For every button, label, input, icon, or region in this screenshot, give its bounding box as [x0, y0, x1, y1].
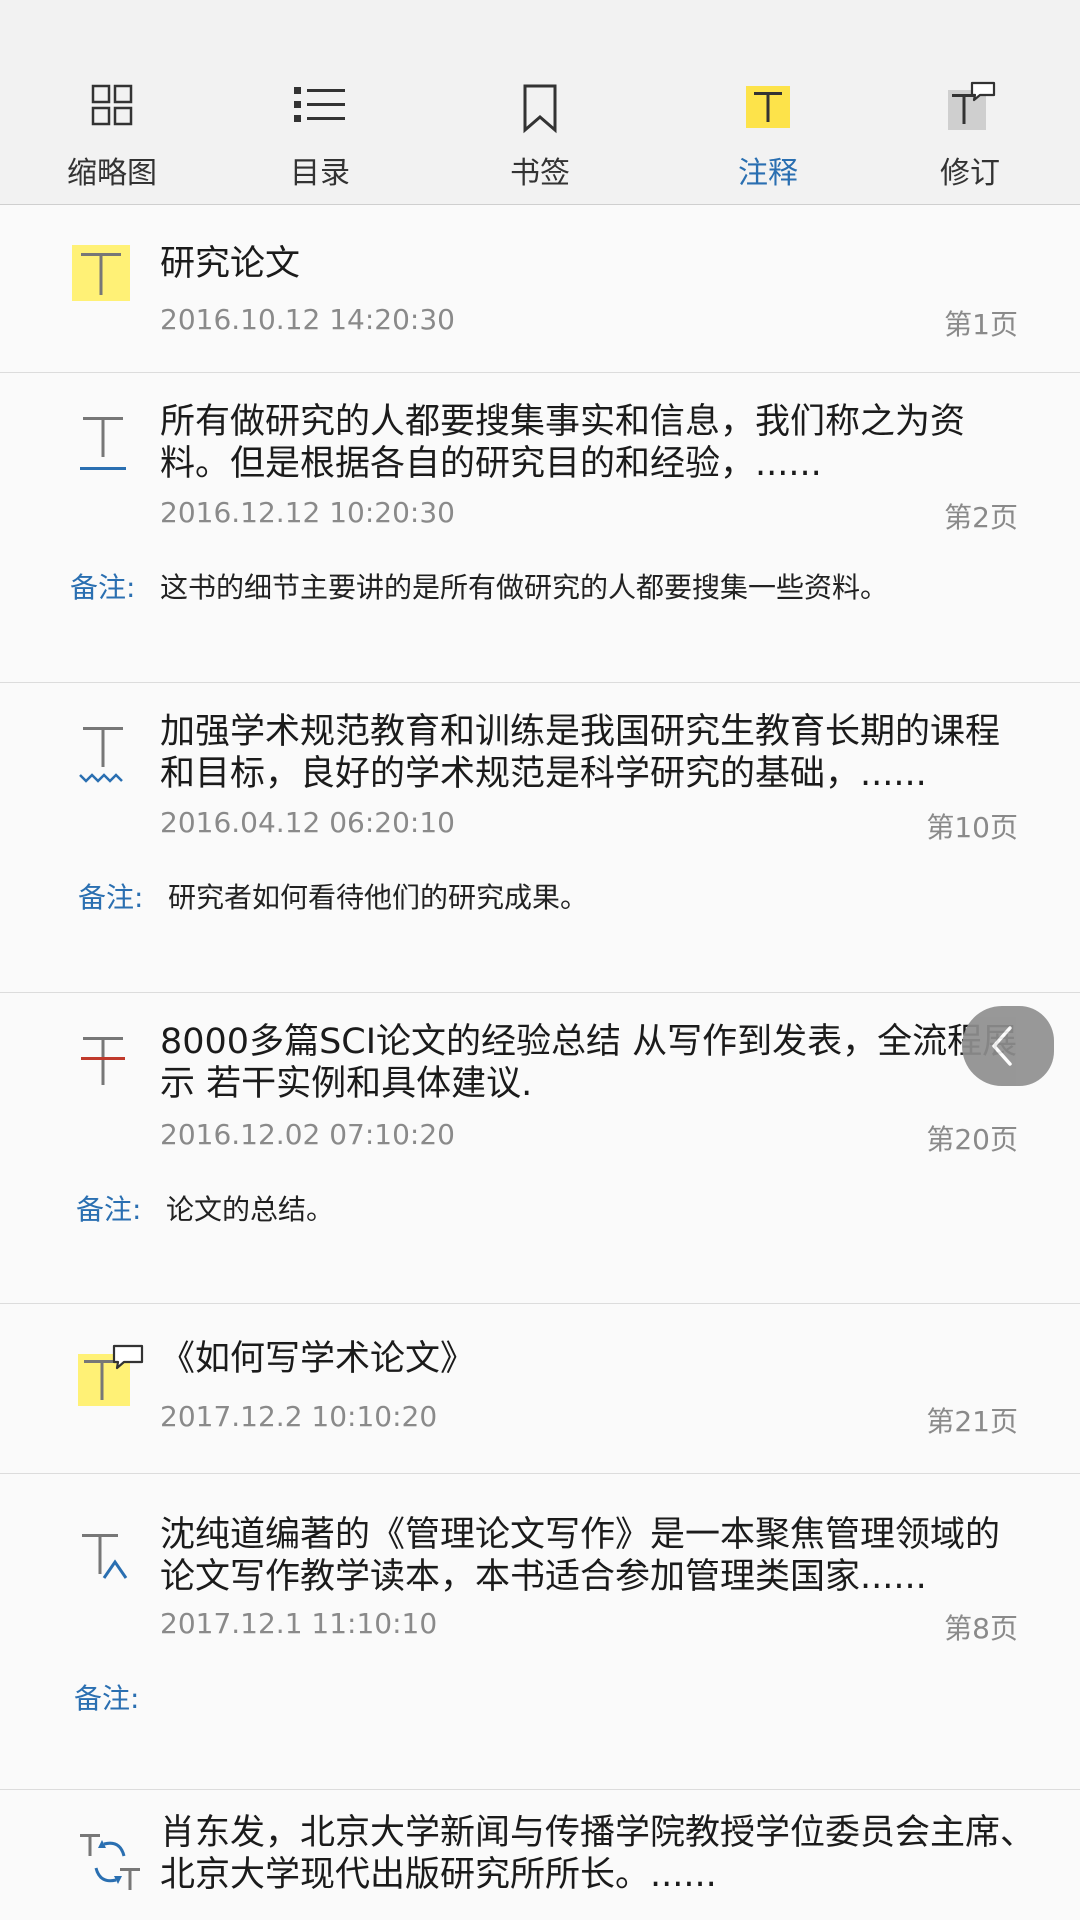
replace-text-icon [80, 1834, 140, 1890]
list-icon [294, 87, 345, 122]
tab-label: 缩略图 [67, 156, 157, 191]
annotation-item[interactable]: 研究论文 2016.10.12 14:20:30 第1页 [0, 205, 1080, 373]
annotation-page: 第21页 [926, 1405, 1018, 1438]
note-text: 这书的细节主要讲的是所有做研究的人都要搜集一些资料。 [160, 571, 889, 604]
tab-annotations[interactable]: 注释 [678, 80, 858, 191]
annotation-text: 研究论文 [160, 244, 301, 284]
annotation-date: 2016.10.12 14:20:30 [160, 303, 455, 336]
annotation-text: 所有做研究的人都要搜集事实和信息，我们称之为资料。但是根据各自的研究目的和经验，… [160, 402, 966, 484]
strikethrough-icon [81, 1037, 125, 1085]
annotation-page: 第20页 [926, 1123, 1018, 1156]
annotation-page: 第10页 [926, 811, 1018, 844]
annotation-date: 2016.04.12 06:20:10 [160, 806, 455, 839]
underline-icon [80, 417, 126, 470]
annotation-text: 肖东发，北京大学新闻与传播学院教授学位委员会主席、北京大学现代出版研究所所长。.… [160, 1813, 1036, 1895]
note-label: 备注: [78, 881, 144, 914]
squiggly-underline-icon [79, 727, 123, 783]
annotation-text: 沈纯道编著的《管理论文写作》是一本聚焦管理领域的论文写作教学读本，本书适合参加管… [160, 1515, 1001, 1597]
annotation-text: 《如何写学术论文》 [160, 1339, 476, 1379]
note-text: 论文的总结。 [166, 1193, 335, 1226]
annotation-date: 2016.12.02 07:10:20 [160, 1118, 455, 1151]
annotation-item[interactable]: 所有做研究的人都要搜集事实和信息，我们称之为资料。但是根据各自的研究目的和经验，… [0, 373, 1080, 683]
annotation-tab-bar: 缩略图 目录 书签 注释 修订 [0, 0, 1080, 205]
annotation-list: 研究论文 2016.10.12 14:20:30 第1页 所有做研究的人都要搜集… [0, 205, 1080, 1920]
highlight-icon [72, 245, 130, 301]
tab-thumbnails[interactable]: 缩略图 [22, 80, 202, 191]
annotation-item[interactable]: 肖东发，北京大学新闻与传播学院教授学位委员会主席、北京大学现代出版研究所所长。.… [0, 1790, 1080, 1920]
tab-revisions[interactable]: 修订 [880, 80, 1060, 191]
highlight-text-icon [746, 86, 790, 128]
tab-label: 目录 [290, 156, 350, 191]
annotation-text: 加强学术规范教育和训练是我国研究生教育长期的课程和目标，良好的学术规范是科学研究… [160, 712, 1001, 794]
collapse-panel-button[interactable] [962, 1006, 1054, 1086]
revision-icon [948, 81, 996, 130]
tab-bookmarks[interactable]: 书签 [450, 80, 630, 191]
note-label: 备注: [76, 1193, 142, 1226]
annotation-text: 8000多篇SCI论文的经验总结 从写作到发表，全流程展示 若干实例和具体建议. [160, 1022, 1018, 1104]
thumbnail-grid-icon [91, 84, 133, 126]
annotation-date: 2017.12.2 10:10:20 [160, 1400, 438, 1433]
annotation-page: 第8页 [944, 1612, 1018, 1645]
annotation-page: 第1页 [944, 308, 1018, 341]
annotation-date: 2016.12.12 10:20:30 [160, 496, 455, 529]
annotation-date: 2017.12.1 11:10:10 [160, 1607, 438, 1640]
tab-label: 注释 [738, 156, 798, 191]
chevron-left-icon [992, 1026, 1012, 1066]
note-label: 备注: [70, 571, 136, 604]
annotation-item[interactable]: 沈纯道编著的《管理论文写作》是一本聚焦管理领域的论文写作教学读本，本书适合参加管… [0, 1474, 1080, 1790]
tab-contents[interactable]: 目录 [230, 80, 410, 191]
note-text: 研究者如何看待他们的研究成果。 [168, 881, 589, 914]
tab-label: 书签 [510, 156, 570, 191]
annotation-item[interactable]: 加强学术规范教育和训练是我国研究生教育长期的课程和目标，良好的学术规范是科学研究… [0, 683, 1080, 993]
note-label: 备注: [74, 1682, 140, 1715]
annotation-item[interactable]: 《如何写学术论文》 2017.12.2 10:10:20 第21页 [0, 1304, 1080, 1474]
annotation-item[interactable]: 8000多篇SCI论文的经验总结 从写作到发表，全流程展示 若干实例和具体建议.… [0, 993, 1080, 1304]
highlight-comment-icon [78, 1344, 144, 1406]
bookmark-icon [523, 84, 557, 134]
annotation-page: 第2页 [944, 501, 1018, 534]
insert-text-icon [82, 1534, 128, 1579]
tab-label: 修订 [940, 156, 1000, 191]
